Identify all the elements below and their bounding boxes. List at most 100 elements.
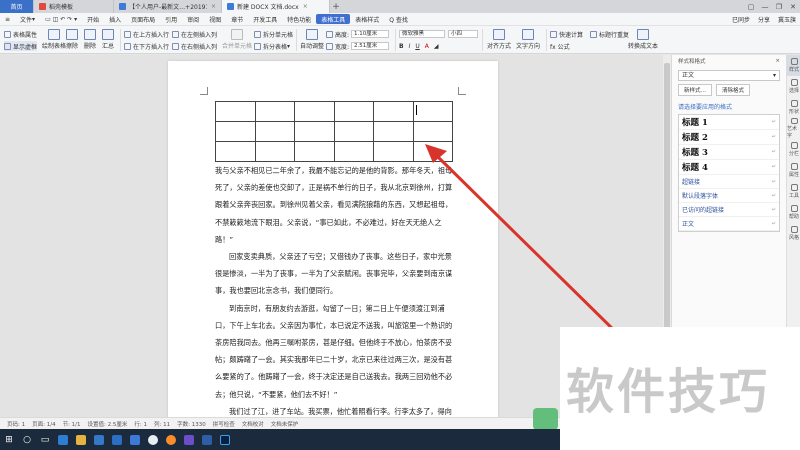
tab-personal-doc[interactable]: 【个人用户-最新文…+20191212 × — [114, 0, 222, 13]
summary-button[interactable]: 汇总 — [102, 29, 114, 50]
split-table-button[interactable]: 拆分表格 ▾ — [254, 41, 290, 51]
document-page[interactable]: 我与父亲不相见已二年余了，我最不能忘记的是他的背影。那年冬天，祖母死了，父亲的差… — [168, 61, 498, 417]
quick-calc-button[interactable]: 快速计算 — [550, 29, 583, 39]
insert-col-left-button[interactable]: 在左侧插入列 — [172, 29, 217, 39]
font-name-select[interactable]: 微软雅黑 — [399, 29, 445, 39]
table-cell[interactable] — [294, 101, 335, 122]
new-style-button[interactable]: 新样式… — [678, 84, 713, 96]
zoom-widget[interactable] — [533, 408, 558, 430]
table-cell[interactable] — [254, 141, 295, 162]
side-tool-0[interactable]: 样式 — [787, 55, 800, 76]
font-format-buttons[interactable]: B I U A ◢ — [399, 41, 439, 51]
merge-cells-button[interactable]: 合并单元格 — [222, 29, 252, 50]
side-tool-3[interactable]: 艺术字 — [787, 118, 800, 139]
table-cell[interactable] — [215, 141, 256, 162]
insert-col-right-button[interactable]: 在右侧插入列 — [172, 41, 217, 51]
menu-table-tools[interactable]: 表格工具 — [316, 14, 351, 24]
table-cell[interactable] — [333, 121, 374, 142]
side-tool-6[interactable]: 工具 — [787, 181, 800, 202]
style-item[interactable]: 标题 4 ↵ — [679, 160, 779, 175]
style-item[interactable]: 标题 3 ↵ — [679, 145, 779, 160]
scrollbar-thumb[interactable] — [664, 63, 670, 331]
menu-security[interactable]: 开发工具 — [248, 13, 282, 26]
paragraph[interactable]: 我与父亲不相见已二年余了，我最不能忘记的是他的背影。那年冬天，祖母死了，父亲的差… — [215, 162, 453, 248]
side-tool-4[interactable]: 分栏 — [787, 139, 800, 160]
wps-writer-taskbar-icon[interactable] — [126, 429, 144, 450]
erase-button[interactable]: 擦除 — [66, 29, 78, 50]
table-cell[interactable] — [294, 141, 335, 162]
app-icon[interactable] — [144, 429, 162, 450]
menu-developer[interactable]: 特色功能 — [282, 13, 316, 26]
status-word-count[interactable]: 字数: 1330 — [177, 420, 206, 428]
style-item[interactable]: 标题 1 ↵ — [679, 115, 779, 130]
alignment-button[interactable]: 对齐方式 — [487, 29, 511, 50]
menu-insert[interactable]: 插入 — [104, 13, 126, 26]
row-height-input[interactable]: 1.10厘米 — [351, 30, 390, 38]
current-style-select[interactable]: 正文 ▾ — [678, 70, 780, 81]
side-tool-2[interactable]: 形状 — [787, 97, 800, 118]
tab-new-docx[interactable]: 新建 DOCX 文档.docx × — [222, 0, 330, 13]
menu-view[interactable]: 视图 — [204, 13, 226, 26]
paragraph[interactable]: 到南京时，有朋友约去游逛，勾留了一日；第二日上午便须渡江到浦口，下午上车北去。父… — [215, 300, 453, 403]
table-cell[interactable] — [373, 101, 414, 122]
style-item[interactable]: 超链接 ↵ — [679, 175, 779, 189]
table-properties-button[interactable]: 表格属性 — [4, 29, 37, 39]
status-pages[interactable]: 页面: 1/4 — [32, 420, 55, 428]
taskbar-search-icon[interactable]: ○ — [18, 429, 36, 450]
paragraph[interactable]: 我们过了江，进了车站。我买票，他忙着照看行李。行李太多了，得向脚夫行些小费，才可… — [215, 403, 453, 417]
convert-to-text-button[interactable]: 转换成文本 — [628, 29, 658, 50]
table-cell[interactable] — [333, 101, 374, 122]
clear-format-button[interactable]: 清除格式 — [716, 84, 751, 96]
menu-hamburger-icon[interactable]: ≡ — [0, 13, 15, 26]
tab-close-icon[interactable]: × — [303, 3, 308, 10]
table-cell[interactable] — [412, 121, 453, 142]
menu-home[interactable]: 开始 — [82, 13, 104, 26]
text-direction-button[interactable]: 文字方向 — [516, 29, 540, 50]
insert-row-above-button[interactable]: 在上方插入行 — [124, 29, 169, 39]
tab-docer-templates[interactable]: 稻壳模板 — [34, 0, 114, 13]
menu-chapter[interactable]: 章节 — [226, 13, 248, 26]
task-view-icon[interactable]: ▭ — [36, 429, 54, 450]
table-cell[interactable] — [373, 121, 414, 142]
menu-page-layout[interactable]: 页面布局 — [126, 13, 160, 26]
side-tool-7[interactable]: 帮助 — [787, 202, 800, 223]
style-item[interactable]: 已访问的超链接 ↵ — [679, 203, 779, 217]
share-button[interactable]: 分享 — [758, 15, 770, 24]
table-cell[interactable] — [412, 141, 453, 162]
tab-home[interactable]: 首页 — [0, 0, 34, 13]
window-menu-icon[interactable]: ▢ — [744, 0, 758, 13]
table-cell[interactable] — [333, 141, 374, 162]
menu-file[interactable]: 文件 ▾ — [15, 13, 40, 26]
table-cell[interactable] — [373, 141, 414, 162]
insert-row-below-button[interactable]: 在下方插入行 — [124, 41, 169, 51]
edge-icon[interactable] — [54, 429, 72, 450]
table-cell[interactable] — [412, 101, 453, 122]
draw-table-button[interactable]: 绘制表格 — [42, 29, 66, 50]
menu-search[interactable]: Q 查找 — [384, 13, 413, 26]
style-item[interactable]: 默认段落字体 ↵ — [679, 189, 779, 203]
app-icon[interactable] — [180, 429, 198, 450]
new-tab-button[interactable]: + — [330, 0, 342, 13]
document-table[interactable] — [215, 101, 453, 162]
style-item[interactable]: 正文 ↵ — [679, 217, 779, 231]
autofit-button[interactable]: 自动调整 — [300, 29, 324, 50]
repeat-header-button[interactable]: 标题行重复 — [590, 29, 629, 39]
col-width-input[interactable]: 2.51厘米 — [351, 42, 390, 50]
maximize-icon[interactable]: ❐ — [772, 0, 786, 13]
sync-status[interactable]: 已同步 — [732, 15, 750, 24]
store-icon[interactable] — [90, 429, 108, 450]
spell-check-toggle[interactable]: 拼写检查 — [213, 420, 235, 428]
show-gridlines-button[interactable]: 显示虚框 — [4, 41, 38, 51]
user-name[interactable]: 冀玉旗 — [778, 15, 796, 24]
close-icon[interactable]: × — [775, 58, 780, 64]
mail-icon[interactable] — [108, 429, 126, 450]
doc-proofread-button[interactable]: 文档校对 — [242, 420, 264, 428]
app-icon[interactable] — [162, 429, 180, 450]
close-icon[interactable]: ✕ — [786, 0, 800, 13]
menu-references[interactable]: 引用 — [160, 13, 182, 26]
table-cell[interactable] — [254, 121, 295, 142]
table-cell[interactable] — [215, 121, 256, 142]
folder-icon[interactable] — [72, 429, 90, 450]
quick-access-icons[interactable]: ▭ ◫ ↶ ↷ ▾ — [40, 13, 82, 26]
windows-start-icon[interactable]: ⊞ — [0, 429, 18, 450]
